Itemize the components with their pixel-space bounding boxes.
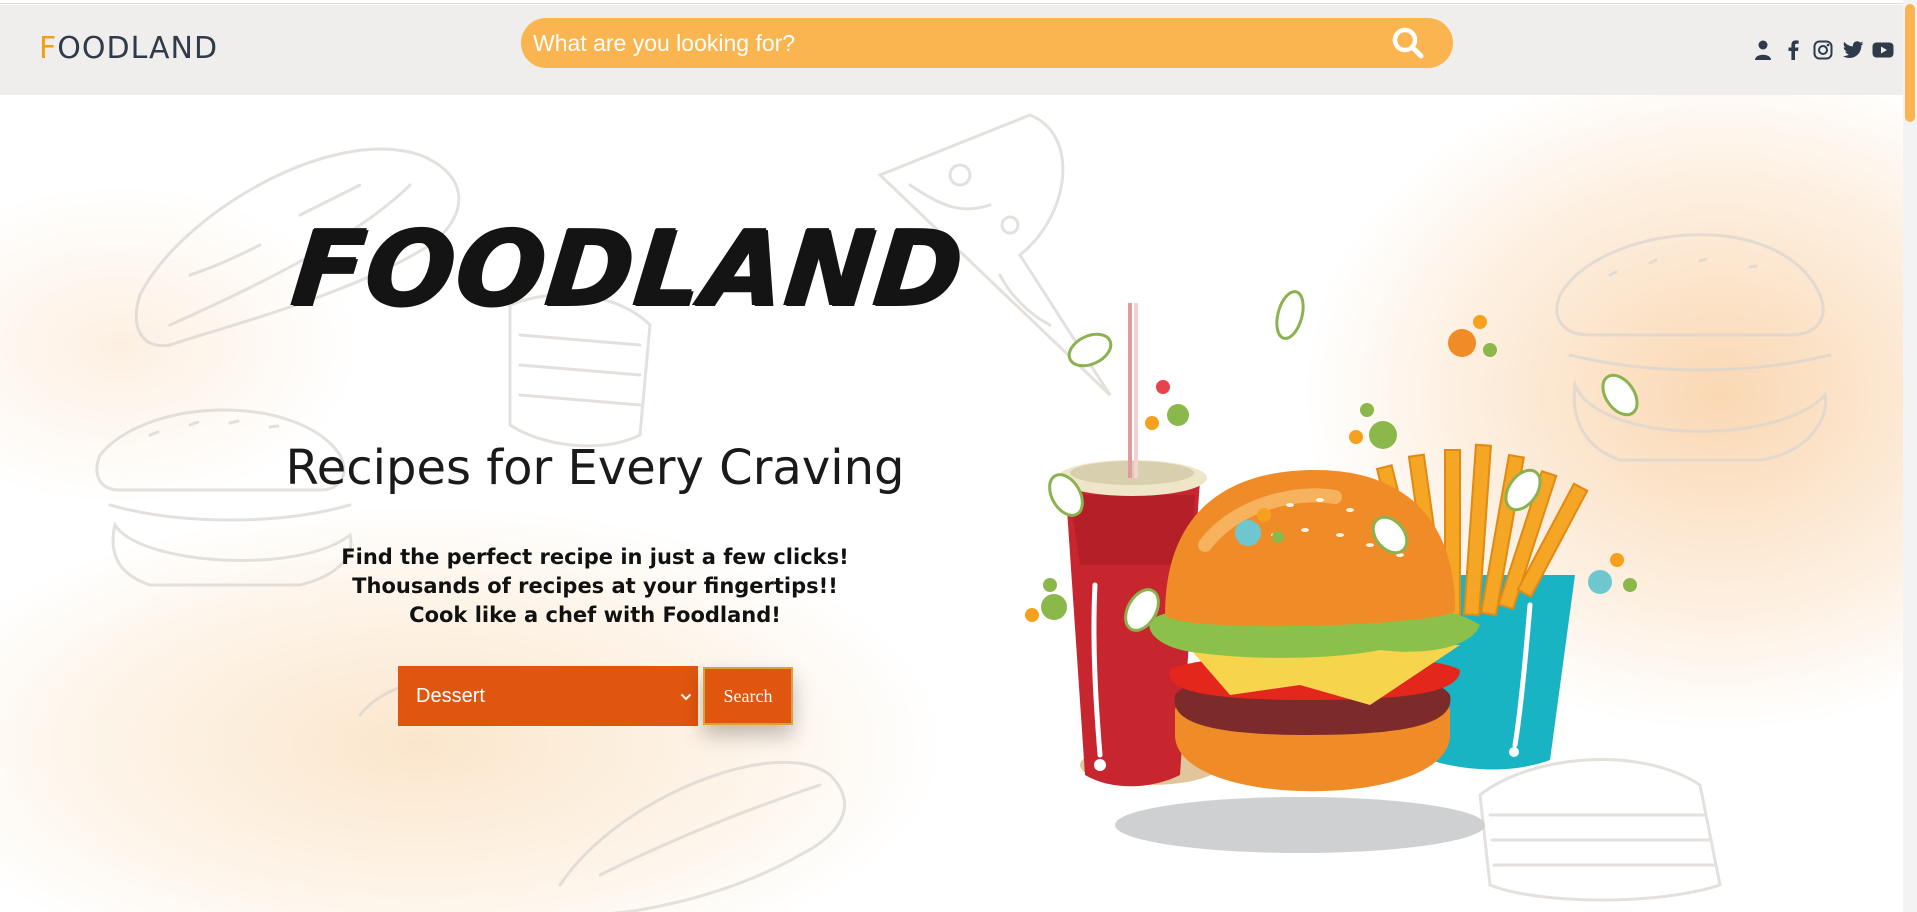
social-links <box>1752 36 1894 64</box>
brand-logo[interactable]: FOODLAND <box>39 31 218 66</box>
hero-taglines: Find the perfect recipe in just a few cl… <box>300 543 890 630</box>
twitter-icon[interactable] <box>1842 39 1864 61</box>
facebook-icon[interactable] <box>1782 39 1804 61</box>
search-icon-button[interactable] <box>1386 26 1430 60</box>
category-search-button[interactable]: Search <box>703 667 793 725</box>
hero-title: FOODLAND <box>286 207 970 329</box>
youtube-icon[interactable] <box>1872 39 1894 61</box>
hero-subtitle: Recipes for Every Craving <box>285 440 905 496</box>
tagline: Cook like a chef with Foodland! <box>409 603 781 627</box>
search-icon <box>1392 27 1424 59</box>
page: FOODLAND What are you looking for? FOODL… <box>0 0 1917 912</box>
category-select[interactable]: Dessert <box>398 666 698 726</box>
hero-section: FOODLAND Recipes for Every Craving Find … <box>0 95 1903 912</box>
scrollbar-thumb[interactable] <box>1905 4 1915 122</box>
brand-first-letter: F <box>39 31 58 66</box>
brand-name-rest: OODLAND <box>57 31 219 66</box>
food-illustration <box>1025 290 1639 853</box>
search-input[interactable] <box>533 18 1363 68</box>
user-icon[interactable] <box>1752 39 1774 61</box>
window-top-border <box>0 0 1917 4</box>
navbar: FOODLAND <box>0 5 1903 95</box>
category-selected-value: Dessert <box>416 684 485 707</box>
instagram-icon[interactable] <box>1812 39 1834 61</box>
search-bar <box>521 18 1453 68</box>
tagline: Find the perfect recipe in just a few cl… <box>341 545 849 569</box>
scrollbar[interactable] <box>1903 0 1917 912</box>
chevron-down-icon <box>680 688 692 704</box>
tagline: Thousands of recipes at your fingertips!… <box>352 574 838 598</box>
